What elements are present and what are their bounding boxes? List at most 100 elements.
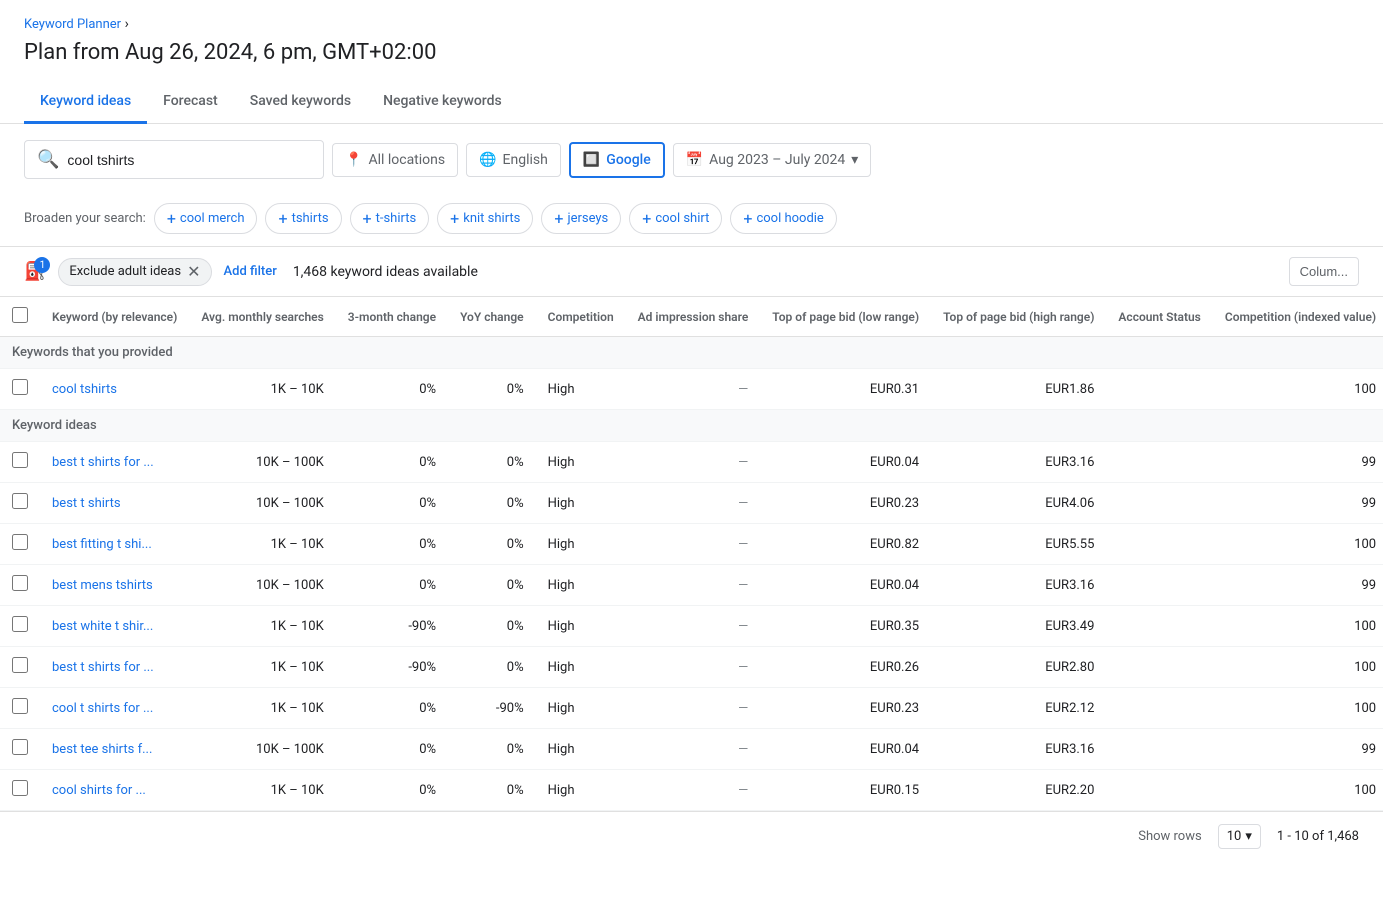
row-checkbox[interactable]: [12, 379, 28, 395]
row-checkbox[interactable]: [12, 493, 28, 509]
calendar-icon: 📅: [686, 152, 703, 168]
row-checkbox[interactable]: [12, 780, 28, 796]
top-bid-low-cell: EUR0.31: [760, 369, 931, 410]
plus-icon-2: +: [363, 209, 372, 228]
broaden-chip-label-0: cool merch: [180, 211, 245, 226]
broaden-search-area: Broaden your search: + cool merch + tshi…: [0, 195, 1383, 247]
broaden-chip-5[interactable]: + cool shirt: [629, 203, 722, 234]
filter-icon-button[interactable]: ⛽ 1: [24, 261, 46, 282]
competition-cell: High: [536, 369, 626, 410]
date-range-btn[interactable]: 📅 Aug 2023 – July 2024 ▾: [673, 143, 872, 177]
plus-icon-1: +: [278, 209, 287, 228]
table-row: best t shirts for ... 10K – 100K 0% 0% H…: [0, 442, 1383, 483]
broaden-chip-3[interactable]: + knit shirts: [437, 203, 533, 234]
breadcrumb-link[interactable]: Keyword Planner: [24, 17, 121, 32]
header-ad-impression[interactable]: Ad impression share: [626, 297, 761, 337]
chevron-down-icon: ▾: [851, 152, 858, 168]
provided-section-header: Keywords that you provided: [0, 337, 1383, 369]
table-row: best mens tshirts 10K – 100K 0% 0% High …: [0, 565, 1383, 606]
tab-saved-keywords[interactable]: Saved keywords: [234, 81, 367, 124]
show-rows-label: Show rows: [1138, 829, 1201, 844]
row-checkbox-cell[interactable]: [0, 369, 40, 410]
header-account-status[interactable]: Account Status: [1106, 297, 1212, 337]
provided-section-label: Keywords that you provided: [0, 337, 1383, 369]
pagination-info: 1 - 10 of 1,468: [1277, 829, 1359, 844]
tab-negative-keywords[interactable]: Negative keywords: [367, 81, 518, 124]
plus-icon-0: +: [167, 209, 176, 228]
ideas-section-label: Keyword ideas: [0, 410, 1383, 442]
keyword-link[interactable]: best fitting t shi...: [52, 537, 152, 552]
row-checkbox[interactable]: [12, 657, 28, 673]
exclude-adult-chip[interactable]: Exclude adult ideas ✕: [58, 258, 211, 286]
select-all-checkbox[interactable]: [12, 307, 28, 323]
broaden-chip-label-6: cool hoodie: [756, 211, 823, 226]
page-title: Plan from Aug 26, 2024, 6 pm, GMT+02:00: [0, 36, 1383, 81]
plus-icon-5: +: [642, 209, 651, 228]
plus-icon-4: +: [554, 209, 563, 228]
header-keyword[interactable]: Keyword (by relevance): [40, 297, 189, 337]
search-input[interactable]: [67, 152, 311, 168]
search-box-wrapper: 🔍: [24, 140, 324, 179]
close-icon[interactable]: ✕: [187, 264, 200, 280]
language-filter-btn[interactable]: 🌐 English: [466, 143, 561, 177]
row-checkbox[interactable]: [12, 616, 28, 632]
broaden-chip-label-5: cool shirt: [655, 211, 709, 226]
add-filter-button[interactable]: Add filter: [224, 264, 277, 279]
table-row: best t shirts 10K – 100K 0% 0% High — EU…: [0, 483, 1383, 524]
broaden-chip-label-3: knit shirts: [463, 211, 520, 226]
search-area: 🔍 📍 All locations 🌐 English 🔲 Google 📅 A…: [0, 124, 1383, 195]
table-row: best t shirts for ... 1K – 10K -90% 0% H…: [0, 647, 1383, 688]
tabs-bar: Keyword ideas Forecast Saved keywords Ne…: [0, 81, 1383, 124]
broaden-chip-label-2: t-shirts: [376, 211, 417, 226]
header-competition-index[interactable]: Competition (indexed value): [1213, 297, 1383, 337]
broaden-chip-2[interactable]: + t-shirts: [350, 203, 430, 234]
location-label: All locations: [368, 152, 445, 168]
header-3month[interactable]: 3-month change: [336, 297, 448, 337]
rows-per-page-select[interactable]: 10 ▾: [1218, 824, 1261, 849]
keyword-link[interactable]: cool t shirts for ...: [52, 701, 153, 716]
keyword-link[interactable]: cool shirts for ...: [52, 783, 146, 798]
row-checkbox[interactable]: [12, 534, 28, 550]
row-checkbox[interactable]: [12, 698, 28, 714]
broaden-chip-1[interactable]: + tshirts: [265, 203, 341, 234]
row-checkbox[interactable]: [12, 452, 28, 468]
columns-button[interactable]: Colum...: [1289, 257, 1359, 286]
language-label: English: [503, 152, 548, 168]
broaden-chip-0[interactable]: + cool merch: [154, 203, 258, 234]
header-yoy[interactable]: YoY change: [448, 297, 536, 337]
table-row: cool tshirts 1K – 10K 0% 0% High — EUR0.…: [0, 369, 1383, 410]
table-row: cool t shirts for ... 1K – 10K 0% -90% H…: [0, 688, 1383, 729]
keyword-link[interactable]: best t shirts for ...: [52, 660, 154, 675]
keyword-link[interactable]: best mens tshirts: [52, 578, 153, 593]
breadcrumb: Keyword Planner ›: [0, 0, 1383, 36]
tab-keyword-ideas[interactable]: Keyword ideas: [24, 81, 147, 124]
select-all-header[interactable]: [0, 297, 40, 337]
keyword-link[interactable]: best t shirts for ...: [52, 455, 154, 470]
three-month-cell: 0%: [336, 369, 448, 410]
comp-index-cell: 100: [1213, 369, 1383, 410]
keyword-link[interactable]: cool tshirts: [52, 382, 117, 397]
location-filter-btn[interactable]: 📍 All locations: [332, 143, 458, 177]
tab-forecast[interactable]: Forecast: [147, 81, 234, 124]
exclude-label: Exclude adult ideas: [69, 264, 181, 279]
filter-bar: ⛽ 1 Exclude adult ideas ✕ Add filter 1,4…: [0, 247, 1383, 297]
keyword-link[interactable]: best tee shirts f...: [52, 742, 152, 757]
broaden-chip-label-1: tshirts: [292, 211, 329, 226]
keyword-link[interactable]: best t shirts: [52, 496, 121, 511]
date-range-label: Aug 2023 – July 2024: [709, 152, 845, 168]
row-checkbox[interactable]: [12, 739, 28, 755]
broaden-chip-4[interactable]: + jerseys: [541, 203, 621, 234]
header-top-bid-high[interactable]: Top of page bid (high range): [931, 297, 1106, 337]
network-filter-btn[interactable]: 🔲 Google: [569, 142, 665, 178]
keyword-cell[interactable]: cool tshirts: [40, 369, 189, 410]
table-header-row: Keyword (by relevance) Avg. monthly sear…: [0, 297, 1383, 337]
ideas-section-header: Keyword ideas: [0, 410, 1383, 442]
header-top-bid-low[interactable]: Top of page bid (low range): [760, 297, 931, 337]
header-avg-monthly[interactable]: Avg. monthly searches: [189, 297, 335, 337]
broaden-chip-6[interactable]: + cool hoodie: [730, 203, 836, 234]
table-row: best white t shir... 1K – 10K -90% 0% Hi…: [0, 606, 1383, 647]
table-footer: Show rows 10 ▾ 1 - 10 of 1,468: [0, 811, 1383, 861]
header-competition[interactable]: Competition: [536, 297, 626, 337]
keyword-link[interactable]: best white t shir...: [52, 619, 153, 634]
row-checkbox[interactable]: [12, 575, 28, 591]
